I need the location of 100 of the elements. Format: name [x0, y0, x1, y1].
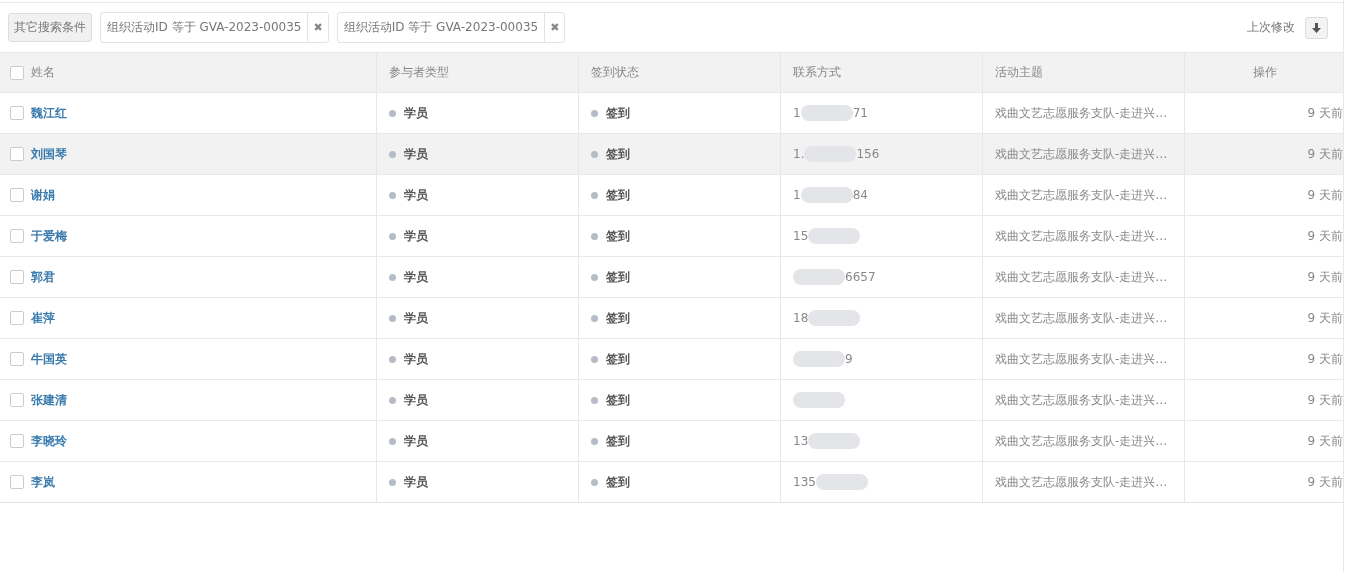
down-arrow-icon [1312, 22, 1321, 33]
table-cell: 学员 [404, 391, 428, 409]
table-cell: 戏曲文艺志愿服务支队-走进兴… [995, 309, 1168, 327]
row-checkbox[interactable] [10, 270, 24, 284]
table-cell: 戏曲文艺志愿服务支队-走进兴… [995, 227, 1168, 245]
row-checkbox[interactable] [10, 393, 24, 407]
column-header: 签到状态 [591, 64, 639, 81]
remove-filter-button[interactable]: ✖ [308, 13, 328, 42]
status-dot [389, 478, 396, 486]
name-link[interactable]: 张建清 [31, 391, 67, 409]
status-dot [389, 314, 396, 322]
table-cell: 1. [793, 147, 805, 161]
table-row[interactable]: 于爱梅 学员 签到 15 戏曲文艺志愿服务支队-走进兴… 9 天前 [0, 215, 1343, 256]
row-checkbox[interactable] [10, 188, 24, 202]
status-dot [389, 273, 396, 281]
table-cell: 戏曲文艺志愿服务支队-走进兴… [995, 104, 1168, 122]
table-cell: 学员 [404, 432, 428, 450]
row-checkbox[interactable] [10, 352, 24, 366]
table-row[interactable]: 牛国英 学员 签到 9 戏曲文艺志愿服务支队-走进兴… 9 天前 [0, 338, 1343, 379]
table-cell: 9 天前 [1307, 268, 1343, 286]
table-cell: 9 天前 [1307, 350, 1343, 368]
table-row[interactable]: 张建清 学员 签到 戏曲文艺志愿服务支队-走进兴… 9 天前 [0, 379, 1343, 420]
table-cell: 9 [845, 352, 853, 366]
table-cell: 签到 [606, 104, 630, 122]
status-dot [591, 273, 598, 281]
name-link[interactable]: 郭君 [31, 268, 55, 286]
name-link[interactable]: 崔萍 [31, 309, 55, 327]
status-dot [389, 396, 396, 404]
table-cell: 1 [793, 188, 801, 202]
table-cell: 戏曲文艺志愿服务支队-走进兴… [995, 145, 1168, 163]
redaction-blur [793, 269, 845, 285]
table-cell: 9 天前 [1307, 227, 1343, 245]
status-dot [591, 191, 598, 199]
table-row[interactable]: 李晓玲 学员 签到 13 戏曲文艺志愿服务支队-走进兴… 9 天前 [0, 420, 1343, 461]
table-cell: 签到 [606, 227, 630, 245]
redaction-blur [800, 187, 853, 203]
status-dot [591, 355, 598, 363]
table-cell: 6657 [845, 270, 876, 284]
column-header: 参与者类型 [389, 64, 449, 81]
table-cell: 学员 [404, 104, 428, 122]
table-cell: 签到 [606, 309, 630, 327]
table-cell: 戏曲文艺志愿服务支队-走进兴… [995, 350, 1168, 368]
row-checkbox[interactable] [10, 147, 24, 161]
status-dot [591, 396, 598, 404]
table-cell: 戏曲文艺志愿服务支队-走进兴… [995, 473, 1168, 491]
table-cell: 学员 [404, 473, 428, 491]
table-cell: 18 [793, 311, 809, 325]
table-cell: 签到 [606, 350, 630, 368]
status-dot [591, 478, 598, 486]
status-dot [591, 437, 598, 445]
column-header: 活动主题 [995, 64, 1043, 81]
table-cell: 签到 [606, 391, 630, 409]
table-row[interactable]: 刘国琴 学员 签到 1. 156 戏曲文艺志愿服务支队-走进兴… 9 天前 [0, 133, 1343, 174]
table-cell: 学员 [404, 227, 428, 245]
filter-label: 组织活动ID 等于 GVA-2023-00035 [337, 13, 546, 42]
remove-filter-button[interactable]: ✖ [545, 13, 565, 42]
table-row[interactable]: 谢娟 学员 签到 1 84 戏曲文艺志愿服务支队-走进兴… 9 天前 [0, 174, 1343, 215]
table-row[interactable]: 郭君 学员 签到 6657 戏曲文艺志愿服务支队-走进兴… 9 天前 [0, 256, 1343, 297]
redaction-blur [793, 392, 845, 408]
name-link[interactable]: 魏江红 [31, 104, 67, 122]
status-dot [389, 232, 396, 240]
name-link[interactable]: 谢娟 [31, 186, 55, 204]
table-row[interactable]: 崔萍 学员 签到 18 戏曲文艺志愿服务支队-走进兴… 9 天前 [0, 297, 1343, 338]
status-dot [389, 437, 396, 445]
more-filters-button[interactable]: 其它搜索条件 [8, 13, 92, 42]
column-header: 联系方式 [793, 64, 841, 81]
name-link[interactable]: 于爱梅 [31, 227, 67, 245]
table-cell: 签到 [606, 473, 630, 491]
table-cell: 9 天前 [1307, 473, 1343, 491]
table-cell: 9 天前 [1307, 186, 1343, 204]
table-cell: 156 [856, 147, 880, 161]
select-all-checkbox[interactable] [10, 65, 24, 80]
table-row[interactable]: 李岚 学员 签到 135 戏曲文艺志愿服务支队-走进兴… 9 天前 [0, 461, 1343, 502]
table-cell: 戏曲文艺志愿服务支队-走进兴… [995, 186, 1168, 204]
name-link[interactable]: 刘国琴 [31, 145, 67, 163]
row-checkbox[interactable] [10, 475, 24, 489]
table-cell: 71 [852, 106, 868, 120]
status-dot [389, 109, 396, 117]
row-checkbox[interactable] [10, 311, 24, 325]
table-cell: 13 [793, 434, 809, 448]
name-link[interactable]: 李岚 [31, 473, 55, 491]
status-dot [591, 314, 598, 322]
status-dot [591, 232, 598, 240]
table-cell: 15 [793, 229, 809, 243]
redaction-blur [808, 433, 861, 449]
name-link[interactable]: 李晓玲 [31, 432, 67, 450]
row-checkbox[interactable] [10, 106, 24, 120]
row-checkbox[interactable] [10, 434, 24, 448]
status-dot [591, 150, 598, 158]
table-cell: 9 天前 [1307, 104, 1343, 122]
table-cell: 学员 [404, 268, 428, 286]
table-cell: 学员 [404, 350, 428, 368]
table-cell: 84 [852, 188, 868, 202]
redaction-blur [793, 351, 845, 367]
table-row[interactable]: 魏江红 学员 签到 1 71 戏曲文艺志愿服务支队-走进兴… 9 天前 [0, 92, 1343, 133]
table-cell: 135 [793, 475, 816, 489]
row-checkbox[interactable] [10, 229, 24, 243]
sort-button[interactable] [1305, 16, 1328, 39]
name-link[interactable]: 牛国英 [31, 350, 67, 368]
table-cell: 签到 [606, 145, 630, 163]
